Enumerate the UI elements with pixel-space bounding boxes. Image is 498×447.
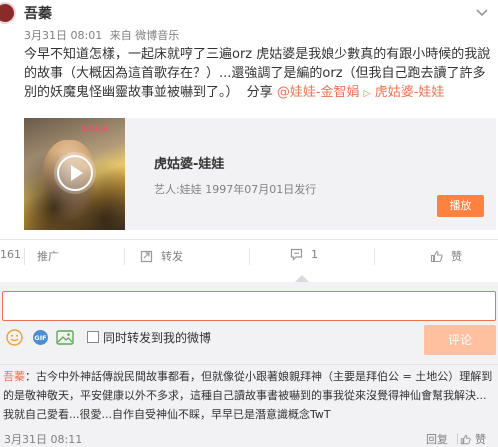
- like-label: 赞: [451, 250, 462, 263]
- play-button[interactable]: 播放: [437, 195, 484, 217]
- comment-panel: GIF 同时转发到我的微博 评论 吾蓁：古今中外神話傳說民間故事都看，但就像從小…: [0, 282, 498, 447]
- thumbs-up-icon: [430, 250, 443, 262]
- post-meta: 3月31日 08:01 来自 微博音乐: [24, 27, 179, 43]
- action-separator: [24, 248, 25, 265]
- play-triangle-icon: ▷: [363, 89, 371, 99]
- cover-tag: 恶患劫界: [81, 125, 109, 133]
- comment-like-button[interactable]: 赞: [460, 431, 486, 447]
- like-action[interactable]: 赞: [430, 248, 462, 264]
- divider: [0, 364, 498, 365]
- song-title[interactable]: 虎姑婆-娃娃: [154, 153, 224, 172]
- comment-footer: 3月31日 08:11 回复 赞: [0, 430, 498, 447]
- comment-text: ：古今中外神話傳說民間故事都看，但就像從小跟著娘親拜神（主要是拜伯公 = 土地公…: [3, 370, 493, 421]
- comment-panel-pointer: [295, 275, 309, 282]
- repost-action[interactable]: 转发: [140, 248, 183, 264]
- comment-item: 吾蓁：古今中外神話傳說民間故事都看，但就像從小跟著娘親拜神（主要是拜伯公 = 土…: [3, 367, 496, 424]
- repost-checkbox-label: 同时转发到我的微博: [103, 331, 212, 345]
- post-author-name[interactable]: 吾蓁: [24, 3, 52, 23]
- repost-label: 转发: [161, 250, 183, 263]
- share-word: 分享: [246, 85, 273, 100]
- album-cover[interactable]: 恶患劫界: [24, 118, 125, 230]
- play-overlay-button[interactable]: [54, 152, 96, 194]
- collect-count: 161: [0, 248, 21, 261]
- image-icon[interactable]: [56, 329, 74, 346]
- song-meta: 艺人:娃娃 1997年07月01日发行: [154, 183, 317, 196]
- mention-link[interactable]: @娃娃-金智娟: [277, 85, 360, 100]
- comment-toolbar: GIF 同时转发到我的微博 评论: [0, 325, 498, 355]
- gif-icon[interactable]: GIF: [32, 329, 49, 346]
- footer-separator: [457, 433, 458, 444]
- post-source[interactable]: 微博音乐: [135, 29, 179, 42]
- comment-time: 3月31日 08:11: [4, 433, 83, 446]
- post-text: 今早不知道怎樣，一起床就哼了三遍orz 虎姑婆是我娘少數真的有跟小時候的我說的故…: [24, 45, 496, 104]
- comment-count: 1: [311, 248, 318, 261]
- music-card: 恶患劫界 虎姑婆-娃娃 艺人:娃娃 1997年07月01日发行 播放: [24, 118, 496, 230]
- action-separator: [374, 248, 375, 265]
- comment-input[interactable]: [2, 291, 496, 321]
- collect-action[interactable]: 161: [0, 248, 21, 261]
- comment-like-label: 赞: [475, 433, 486, 446]
- post-time[interactable]: 3月31日 08:01: [24, 29, 102, 42]
- submit-comment-button[interactable]: 评论: [424, 325, 496, 355]
- emoji-icon[interactable]: [6, 329, 23, 346]
- play-icon: [57, 155, 93, 191]
- action-separator: [124, 248, 125, 265]
- action-bar: 161 推广 转发 1 赞: [0, 246, 498, 268]
- comment-icon: [290, 248, 303, 261]
- song-link[interactable]: ▷ 虎姑婆-娃娃: [364, 85, 445, 100]
- comment-action[interactable]: 1: [290, 248, 318, 261]
- promote-label: 推广: [37, 250, 59, 263]
- promote-action[interactable]: 推广: [37, 248, 59, 264]
- post-source-prefix: 来自: [109, 29, 132, 42]
- divider: [0, 239, 498, 240]
- svg-text:GIF: GIF: [34, 334, 46, 342]
- comment-author[interactable]: 吾蓁: [3, 370, 25, 383]
- thumbs-up-icon: [460, 434, 471, 444]
- chevron-down-icon[interactable]: [476, 8, 488, 18]
- repost-icon: [140, 250, 153, 262]
- action-separator: [249, 248, 250, 265]
- reply-button[interactable]: 回复: [426, 431, 448, 447]
- avatar[interactable]: [0, 0, 18, 30]
- repost-checkbox[interactable]: [87, 331, 99, 343]
